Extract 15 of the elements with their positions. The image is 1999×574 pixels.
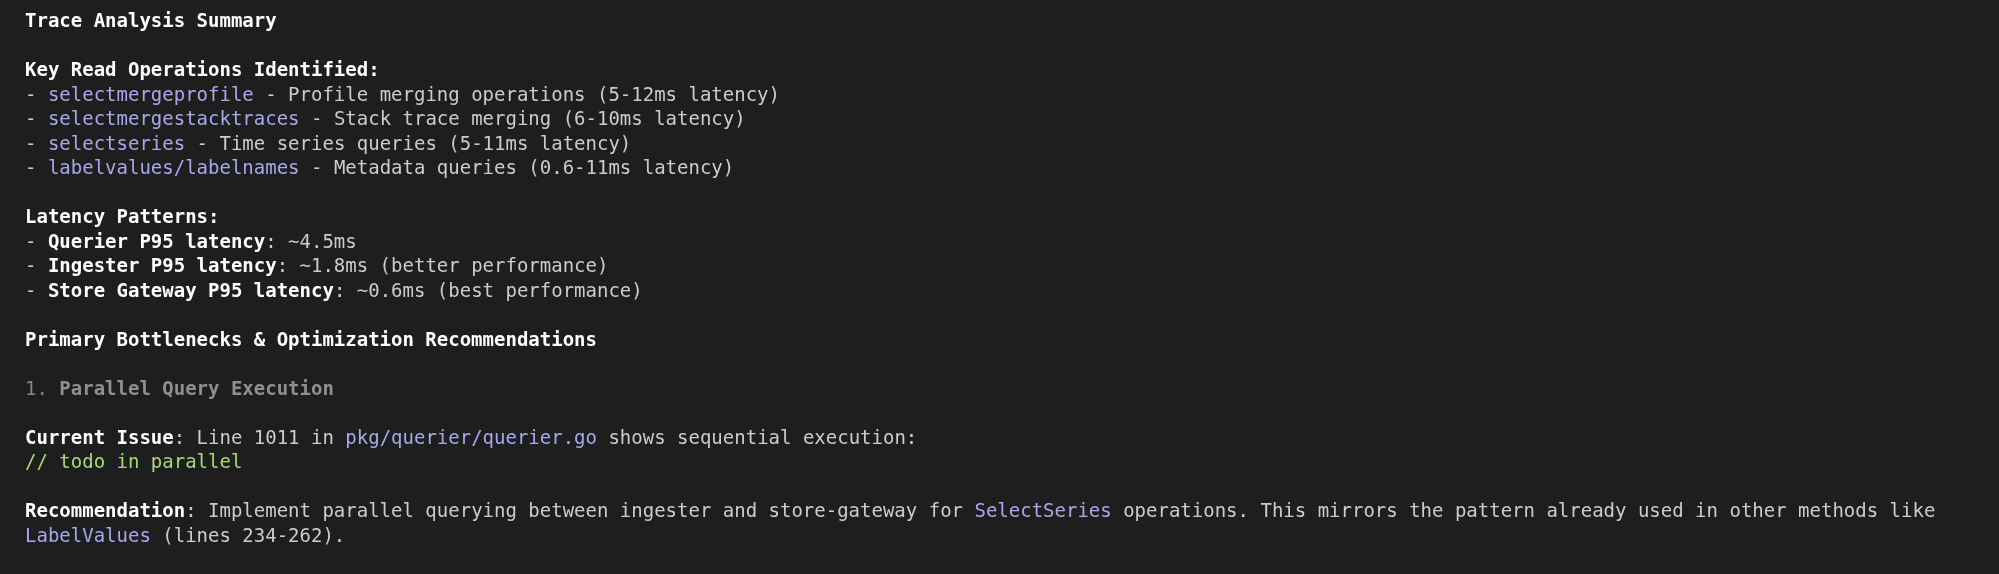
text-line: - selectmergeprofile - Profile merging operations (5-12ms latency) [25, 81, 781, 106]
heading: Latency Patterns: [25, 204, 221, 229]
text-line: - labelvalues/labelnames - Metadata queries (0.6-11ms latency) [25, 155, 736, 180]
text-line: Recommendation: Implement parallel querying between ingester and store-gateway for SelectSeries operations. This mirrors the pattern already used in other methods like LabelValues (lines 234-262). [25, 498, 1937, 547]
text-line: - Querier P95 latency: ~4.5ms [25, 228, 358, 253]
code-comment: // todo in parallel [25, 449, 244, 474]
text-line: - selectmergestacktraces - Stack trace merging (6-10ms latency) [25, 106, 747, 131]
heading: Trace Analysis Summary [25, 8, 278, 33]
text-line: Current Issue: Line 1011 in pkg/querier/querier.go shows sequential execution: [25, 424, 919, 449]
text-line: - Store Gateway P95 latency: ~0.6ms (best performance) [25, 277, 644, 302]
text-line: - selectseries - Time series queries (5-11ms latency) [25, 130, 633, 155]
text-line: - Ingester P95 latency: ~1.8ms (better performance) [25, 253, 610, 278]
numbered-heading: 1. Parallel Query Execution [25, 375, 335, 400]
heading: Primary Bottlenecks & Optimization Recommendations [25, 326, 598, 351]
heading: Key Read Operations Identified: [25, 57, 381, 82]
